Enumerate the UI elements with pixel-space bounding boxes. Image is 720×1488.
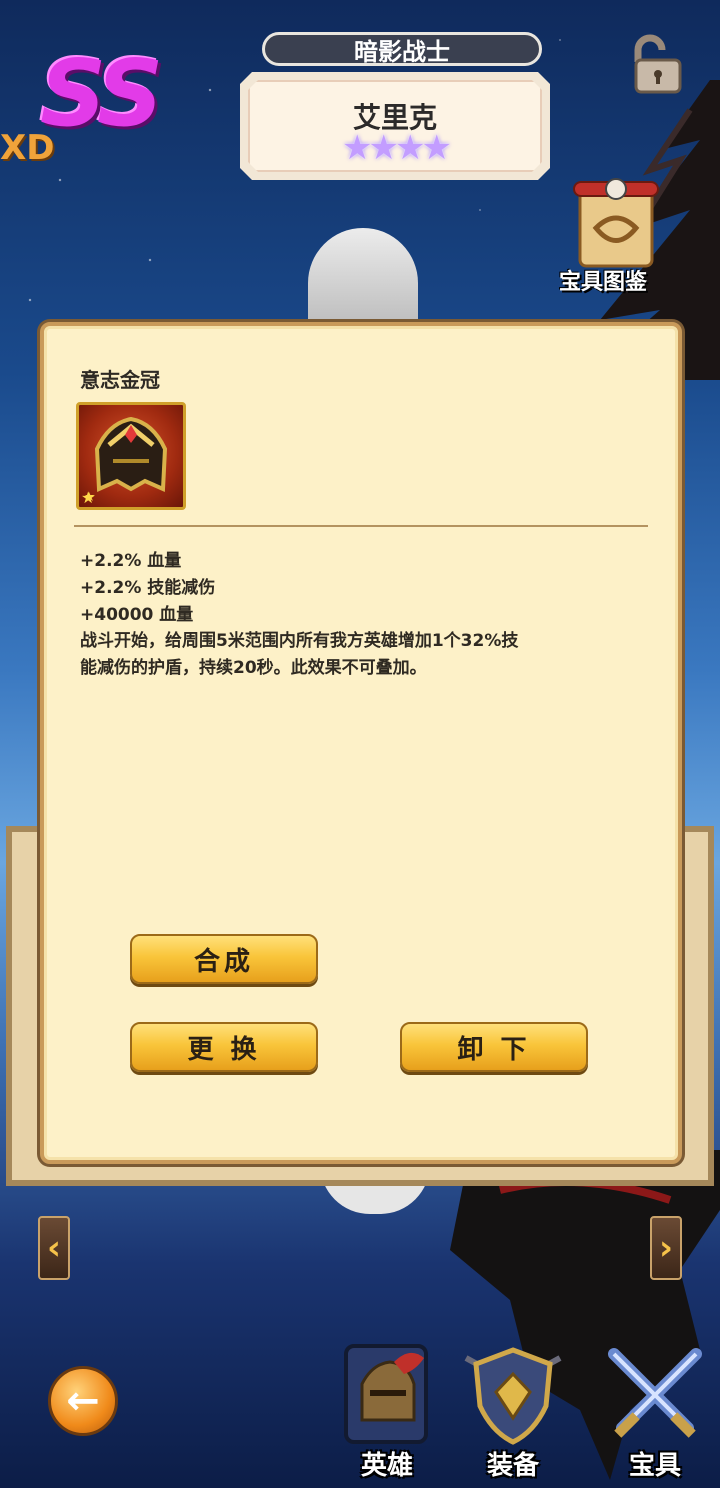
grade-badge: SS <box>40 40 163 147</box>
item-stat-3: +40000 血量 <box>80 605 194 625</box>
treasure-guide-label[interactable]: 宝具图鉴 <box>548 264 658 296</box>
hero-class-title: 暗影战士 <box>262 32 542 66</box>
item-description: 战斗开始，给周围5米范围内所有我方英雄增加1个32%技能减伤的护盾，持续20秒。… <box>80 631 519 678</box>
next-hero-arrow[interactable]: › <box>650 1216 682 1280</box>
nav-hero-label: 英雄 <box>360 1451 413 1481</box>
divider <box>74 525 648 527</box>
nav-treasure[interactable]: 宝具 <box>600 1340 710 1488</box>
nav-treasure-label: 宝具 <box>628 1451 681 1481</box>
lock-icon[interactable] <box>620 34 684 94</box>
crossed-swords-icon <box>608 1348 702 1438</box>
item-stat-1: +2.2% 血量 <box>80 551 182 571</box>
hero-star-rating: ★★★★ <box>342 128 448 168</box>
nav-hero[interactable]: 英雄 <box>332 1340 442 1488</box>
item-name: 意志金冠 <box>80 368 160 392</box>
treasure-guide-scroll-icon[interactable] <box>566 178 666 272</box>
item-stat-2: +2.2% 技能减伤 <box>80 578 216 598</box>
prev-hero-arrow[interactable]: ‹ <box>38 1216 70 1280</box>
synthesize-button[interactable]: 合成 <box>130 934 318 984</box>
shield-icon <box>464 1347 562 1445</box>
partial-text: XD <box>0 128 55 168</box>
knight-helmet-icon <box>344 1344 428 1444</box>
replace-button[interactable]: 更 换 <box>130 1022 318 1072</box>
unequip-button[interactable]: 卸 下 <box>400 1022 588 1072</box>
item-star: ★ <box>81 488 96 507</box>
item-icon[interactable]: ★ <box>76 402 186 510</box>
back-button[interactable]: ← <box>48 1366 118 1436</box>
item-detail-panel: 意志金冠 ★ +2.2% 血量 +2.2% 技能减伤 +40000 血量 战斗开… <box>40 322 682 1164</box>
hero-name-plate: 艾里克 ★★★★ <box>240 72 550 180</box>
nav-equipment[interactable]: 装备 <box>458 1340 568 1488</box>
nav-equipment-label: 装备 <box>486 1451 539 1481</box>
